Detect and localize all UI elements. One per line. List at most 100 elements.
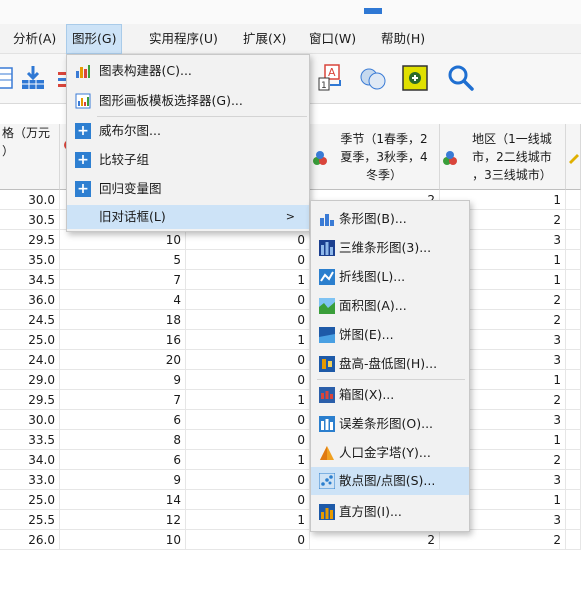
cell-flag[interactable]: 0 [186,470,310,490]
cell-flag[interactable]: 1 [186,270,310,290]
cell-flag[interactable]: 0 [186,370,310,390]
cell-flag[interactable]: 1 [186,450,310,470]
cell-count[interactable]: 12 [60,510,186,530]
cell-next[interactable] [566,490,581,510]
cell-count[interactable]: 18 [60,310,186,330]
menuitem-population-pyramid[interactable]: 人口金字塔(Y)... [311,439,469,467]
cell-count[interactable]: 4 [60,290,186,310]
cell-next[interactable] [566,370,581,390]
cell-flag[interactable]: 0 [186,490,310,510]
menuitem-legacy-dialogs[interactable]: 旧对话框(L) > [67,205,309,229]
menuitem-graphboard-template[interactable]: 图形画板模板选择器(G)... [67,89,309,113]
circles-icon[interactable] [358,63,388,93]
cell-next[interactable] [566,270,581,290]
cell-count[interactable]: 6 [60,410,186,430]
cell-next[interactable] [566,450,581,470]
search-icon[interactable] [446,63,476,93]
cell-next[interactable] [566,290,581,310]
cell-flag[interactable]: 0 [186,310,310,330]
cell-price[interactable]: 30.5 [0,210,60,230]
cell-flag[interactable]: 0 [186,350,310,370]
cell-next[interactable] [566,410,581,430]
menuitem-histogram[interactable]: 直方图(I)... [311,498,469,526]
cell-price[interactable]: 29.5 [0,230,60,250]
cell-price[interactable]: 24.0 [0,350,60,370]
cell-flag[interactable]: 0 [186,230,310,250]
column-header-next[interactable] [566,124,581,190]
cell-count[interactable]: 16 [60,330,186,350]
cell-next[interactable] [566,330,581,350]
menu-utilities[interactable]: 实用程序(U) [144,24,223,54]
menuitem-bar-chart[interactable]: 条形图(B)... [311,205,469,233]
cell-price[interactable]: 33.5 [0,430,60,450]
cell-count[interactable]: 5 [60,250,186,270]
menuitem-error-bar[interactable]: 误差条形图(O)... [311,410,469,438]
cell-next[interactable] [566,470,581,490]
cell-price[interactable]: 25.0 [0,490,60,510]
add-variable-icon[interactable] [400,63,430,93]
cell-price[interactable]: 25.0 [0,330,60,350]
menuitem-3d-bar-chart[interactable]: 三维条形图(3)... [311,234,469,262]
column-header-season[interactable]: 季节（1春季，2 夏季，3秋季，4 冬季） [310,124,440,190]
menu-analyze[interactable]: 分析(A) [8,24,61,54]
cell-price[interactable]: 29.0 [0,370,60,390]
column-header-price[interactable]: 格（万元 ） [0,124,60,190]
cell-next[interactable] [566,530,581,550]
value-labels-icon[interactable]: A 1 [316,63,346,93]
cell-next[interactable] [566,190,581,210]
cell-next[interactable] [566,230,581,250]
menuitem-compare-subgroups[interactable]: + 比较子组 [67,148,309,172]
cell-count[interactable]: 7 [60,390,186,410]
cell-flag[interactable]: 0 [186,250,310,270]
menu-window[interactable]: 窗口(W) [304,24,361,54]
cell-flag[interactable]: 0 [186,430,310,450]
menuitem-pie-chart[interactable]: 饼图(E)... [311,321,469,349]
cell-price[interactable]: 36.0 [0,290,60,310]
cell-price[interactable]: 35.0 [0,250,60,270]
menuitem-regression-plot[interactable]: + 回归变量图 [67,177,309,201]
column-header-region[interactable]: 地区（1一线城 市，2二线城市 ，3三线城市） [440,124,566,190]
cell-price[interactable]: 30.0 [0,190,60,210]
cell-region[interactable]: 2 [440,530,566,550]
cell-count[interactable]: 10 [60,530,186,550]
table-icon[interactable] [0,63,20,93]
menuitem-scatter-dot[interactable]: 散点图/点图(S)... [311,467,469,495]
menuitem-line-chart[interactable]: 折线图(L)... [311,263,469,291]
menu-help[interactable]: 帮助(H) [376,24,430,54]
cell-next[interactable] [566,430,581,450]
menuitem-high-low[interactable]: 盘高-盘低图(H)... [311,350,469,378]
cell-count[interactable]: 9 [60,470,186,490]
menuitem-boxplot[interactable]: 箱图(X)... [311,381,469,409]
cell-flag[interactable]: 1 [186,330,310,350]
cell-flag[interactable]: 1 [186,390,310,410]
cell-price[interactable]: 29.5 [0,390,60,410]
cell-price[interactable]: 26.0 [0,530,60,550]
menuitem-chart-builder[interactable]: 图表构建器(C)... [67,59,309,83]
cell-price[interactable]: 24.5 [0,310,60,330]
cell-price[interactable]: 34.5 [0,270,60,290]
cell-price[interactable]: 34.0 [0,450,60,470]
cell-flag[interactable]: 0 [186,530,310,550]
cell-count[interactable]: 8 [60,430,186,450]
cell-next[interactable] [566,350,581,370]
cell-next[interactable] [566,250,581,270]
cell-price[interactable]: 33.0 [0,470,60,490]
cell-next[interactable] [566,310,581,330]
cell-next[interactable] [566,210,581,230]
cell-flag[interactable]: 1 [186,510,310,530]
cell-flag[interactable]: 0 [186,290,310,310]
cell-next[interactable] [566,510,581,530]
cell-count[interactable]: 6 [60,450,186,470]
cell-count[interactable]: 14 [60,490,186,510]
menu-graphs[interactable]: 图形(G) [66,24,123,54]
menu-extensions[interactable]: 扩展(X) [238,24,291,54]
cell-count[interactable]: 7 [60,270,186,290]
cell-count[interactable]: 9 [60,370,186,390]
cell-price[interactable]: 25.5 [0,510,60,530]
cell-count[interactable]: 10 [60,230,186,250]
cell-next[interactable] [566,390,581,410]
cell-season[interactable]: 2 [310,530,440,550]
cell-count[interactable]: 20 [60,350,186,370]
cell-price[interactable]: 30.0 [0,410,60,430]
menuitem-weibull[interactable]: + 威布尔图... [67,119,309,143]
